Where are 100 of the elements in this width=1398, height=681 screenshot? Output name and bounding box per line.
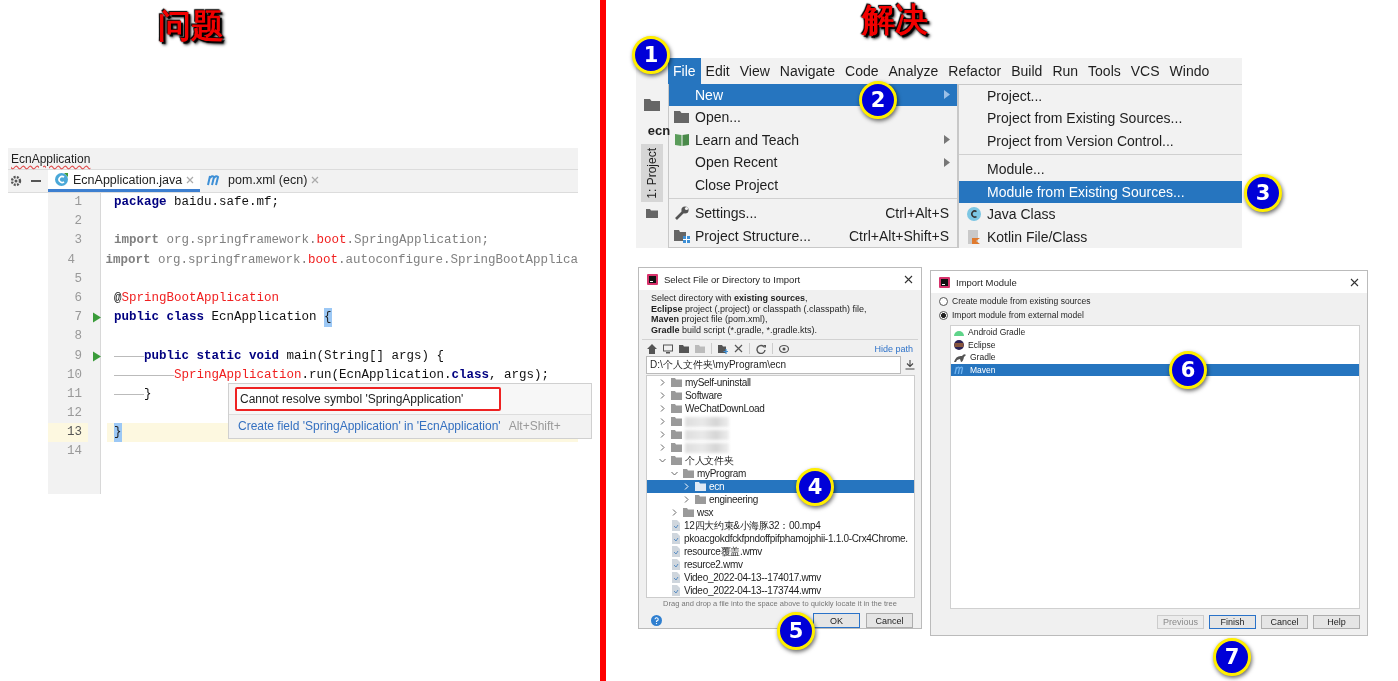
radio-button[interactable] [939,296,948,306]
radio-option[interactable]: Create module from existing sources [931,293,1099,307]
desktop-icon[interactable] [663,343,673,354]
code-line: import org.springframework.boot.autoconfigure.SpringBootApplica [104,251,578,269]
menu-item[interactable]: Learn and Teach [669,128,957,151]
chevron-icon[interactable] [659,405,666,412]
editor-tab[interactable]: EcnApplication.java [48,170,201,192]
chevron-icon[interactable] [659,457,666,464]
blurred-label [685,429,729,440]
settings-icon[interactable] [10,175,22,187]
menu-bar-item[interactable]: Refactor [943,58,1007,84]
dialog-button[interactable]: OK [813,613,860,628]
menu-item[interactable]: Open Recent [669,151,957,174]
eye-icon[interactable] [779,343,790,354]
menu-item[interactable]: Close Project [669,173,957,196]
line-number: 9 [73,347,83,365]
menu-bar-item[interactable]: Tools [1083,58,1126,84]
menu-bar-item[interactable]: Edit [700,58,735,84]
home-icon[interactable] [647,343,657,354]
delete-icon[interactable] [734,344,743,353]
refresh-icon[interactable] [756,343,766,354]
tree-item[interactable]: 个人文件夹 [647,454,914,467]
folder-icon [674,111,690,124]
menu-item[interactable]: Kotlin File/Class [959,225,1242,248]
tree-item[interactable]: wsx [647,506,914,519]
line-number: 7 [73,309,83,327]
file-icon [671,585,681,596]
menu-bar-item[interactable]: Analyze [883,58,944,84]
dialog-button[interactable]: Finish [1209,615,1256,629]
menu-bar-item[interactable]: Windo [1164,58,1215,84]
tree-item[interactable]: mySelf-uninstall [647,376,914,389]
menu-item[interactable]: Project Structure... Ctrl+Alt+Shift+S [669,224,957,247]
folder-icon[interactable] [646,208,658,218]
menu-bar-item[interactable]: VCS [1125,58,1165,84]
step-number-badge: 7 [1213,638,1251,676]
menu-bar-item[interactable]: Code [840,58,884,84]
chevron-icon[interactable] [659,392,666,399]
list-item[interactable]: Eclipse [951,338,1359,352]
breadcrumb[interactable]: EcnApplication [11,151,91,166]
chevron-icon[interactable] [659,418,666,425]
error-message: Cannot resolve symbol 'SpringApplication' [235,387,501,411]
menu-bar-item[interactable]: Run [1047,58,1084,84]
radio-button[interactable] [939,310,948,320]
blurred-label [685,442,729,453]
line-number: 6 [73,289,83,307]
close-icon[interactable] [904,274,913,284]
path-field[interactable]: D:\个人文件夹\myProgram\ecn [646,356,901,374]
menu-item[interactable]: Project from Version Control... [959,129,1242,152]
description-text: Select directory with existing sources, [651,293,809,304]
menu-bar-item[interactable]: Build [1006,58,1048,84]
download-icon[interactable] [905,360,915,370]
chevron-icon[interactable] [671,509,678,516]
menu-bar-item[interactable]: File [668,58,701,84]
dialog-button[interactable]: Help [1313,615,1360,629]
quick-fix-item[interactable]: Create field 'SpringApplication' in 'EcnApplication' Alt+Shift+ [229,414,591,438]
run-icon[interactable] [92,350,102,362]
folder-icon[interactable] [644,98,660,111]
list-item[interactable]: Android Gradle [951,326,1359,339]
file-icon [671,559,681,570]
new-folder-icon[interactable] [718,343,728,354]
file-icon [671,546,681,557]
chevron-icon[interactable] [671,470,678,477]
maven-icon [954,366,966,375]
hide-path-link[interactable]: Hide path [874,343,913,354]
close-icon[interactable] [1350,277,1359,287]
radio-option[interactable]: Import module from external model [931,307,1092,321]
project-tab[interactable]: ecn [647,123,671,138]
tree-item[interactable]: Video_2022-04-13--174017.wmv [647,571,914,584]
chevron-icon[interactable] [659,444,666,451]
code-line: import org.springframework.boot.SpringApplication; [113,232,491,250]
menu-item[interactable]: Settings... Ctrl+Alt+S [669,202,957,225]
tree-item[interactable]: Software [647,389,914,402]
menu-bar-item[interactable]: View [734,58,775,84]
menu-item[interactable]: Module from Existing Sources... [959,180,1242,203]
menu-item[interactable]: Project from Existing Sources... [959,107,1242,130]
editor-tab[interactable]: pom.xml (ecn) [200,170,326,192]
tree-item[interactable]: resource覆盖.wmv [647,545,914,558]
tree-item[interactable]: Video_2022-04-13--173744.wmv [647,584,914,597]
chevron-icon[interactable] [683,496,690,503]
folder-icon [695,343,705,354]
code-line: SpringApplication.run(EcnApplication.class, args); [107,365,578,385]
tree-item[interactable]: resurce2.wmv [647,558,914,571]
folder-icon[interactable] [679,343,689,354]
run-icon[interactable] [92,312,102,324]
menu-item[interactable]: Module... [959,158,1242,181]
menu-item[interactable]: Project... [959,84,1242,107]
gradle-icon [954,353,966,362]
chevron-icon[interactable] [659,379,666,386]
tool-window-tab[interactable]: 1: Project [641,144,663,202]
menu-bar-item[interactable]: Navigate [774,58,841,84]
dialog-button[interactable]: Cancel [866,613,913,628]
tree-item[interactable]: pkoacgokdfckfpndoffpifphamojphii-1.1.0-Crx4Chrome. [647,532,914,545]
menu-item[interactable]: Java Class [959,203,1242,226]
help-icon[interactable] [651,615,662,626]
tree-item[interactable]: WeChatDownLoad [647,402,914,415]
app-logo-icon [647,273,658,285]
file-icon [671,572,681,583]
chevron-icon[interactable] [659,431,666,438]
dialog-button[interactable]: Cancel [1261,615,1308,629]
tree-item[interactable]: 12四大约束&小海豚32：00.mp4 [647,519,914,532]
